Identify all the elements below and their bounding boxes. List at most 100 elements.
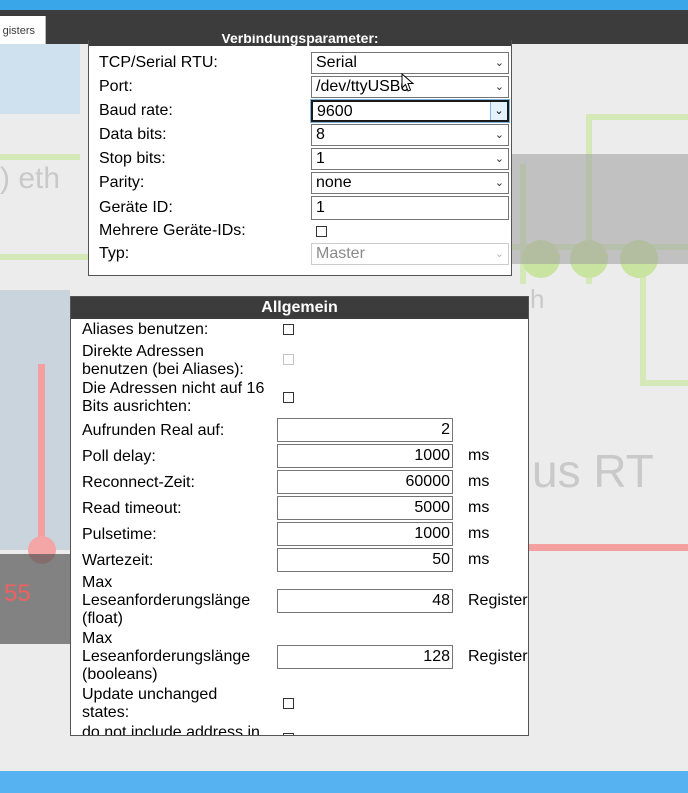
label-direct-addresses-line1: Direkte Adressen xyxy=(82,343,204,360)
general-settings-header: Allgemein xyxy=(71,297,528,319)
label-direct-addresses-line2: benutzen (bei Aliases): xyxy=(82,361,244,378)
bg-label-ethernet: ) eth xyxy=(0,162,61,195)
gateway-image xyxy=(512,154,688,264)
row-stop-bits: Stop bits: xyxy=(99,148,166,170)
label-max-read-float-line2: Leseanforderungslänge xyxy=(82,592,251,609)
chevron-down-icon: ⌄ xyxy=(494,248,504,260)
chevron-down-icon: ⌄ xyxy=(490,102,507,120)
tab-registers[interactable]: gisters xyxy=(0,16,46,46)
label-data-bits: Data bits: xyxy=(99,126,167,143)
unit-max-read-float: Register xyxy=(468,592,528,609)
select-baud-rate[interactable]: 9600 ⌄ xyxy=(311,100,509,122)
chevron-down-icon: ⌄ xyxy=(494,81,504,93)
input-read-timeout[interactable]: 5000 xyxy=(277,496,453,520)
checkbox-no-address[interactable] xyxy=(283,733,294,735)
select-stop-bits[interactable]: 1 ⌄ xyxy=(311,148,509,170)
label-baud-rate: Baud rate: xyxy=(99,102,173,119)
label-max-read-booleans-line2: Leseanforderungslänge xyxy=(82,648,251,665)
label-update-unchanged: Update unchanged states: xyxy=(82,686,272,722)
label-update-unchanged-line2: states: xyxy=(82,704,130,721)
label-aliases: Aliases benutzen: xyxy=(82,321,209,338)
select-parity[interactable]: none ⌄ xyxy=(311,172,509,194)
bg-label-h: h xyxy=(530,284,545,314)
select-port-value: /dev/ttyUSB0 xyxy=(316,78,410,95)
input-max-read-booleans[interactable]: 128 xyxy=(277,645,453,669)
unit-read-timeout: ms xyxy=(468,499,490,516)
label-round-real: Aufrunden Real auf: xyxy=(82,422,225,439)
row-port: Port: xyxy=(99,76,133,98)
checkbox-direct-addresses xyxy=(283,354,294,365)
label-device-id: Geräte ID: xyxy=(99,199,173,216)
select-data-bits[interactable]: 8 ⌄ xyxy=(311,124,509,146)
input-wait-time[interactable]: 50 xyxy=(277,548,453,572)
select-parity-value: none xyxy=(316,174,352,191)
chevron-down-icon: ⌄ xyxy=(494,153,504,165)
row-data-bits: Data bits: xyxy=(99,124,167,146)
label-wait-time: Wartezeit: xyxy=(82,552,154,569)
row-device-id: Geräte ID: xyxy=(99,197,173,219)
unit-max-read-booleans: Register xyxy=(468,648,528,665)
input-max-read-booleans-value: 128 xyxy=(423,648,450,665)
input-round-real[interactable]: 2 xyxy=(277,418,453,442)
label-max-read-booleans-line1: Max xyxy=(82,630,113,647)
input-read-timeout-value: 5000 xyxy=(414,499,450,516)
connection-parameters-header: Verbindungsparameter: xyxy=(89,34,511,46)
row-multiple-ids: Mehrere Geräte-IDs: xyxy=(99,220,246,242)
label-type: Typ: xyxy=(99,245,130,262)
unit-wait-time: ms xyxy=(468,551,490,568)
checkbox-aliases[interactable] xyxy=(283,324,294,335)
connection-parameters-panel: Verbindungsparameter: TCP/Serial RTU: Se… xyxy=(88,34,512,276)
label-port: Port: xyxy=(99,78,133,95)
checkbox-align-addresses[interactable] xyxy=(283,392,294,403)
input-device-id-value: 1 xyxy=(316,199,325,216)
row-baud-rate: Baud rate: xyxy=(99,100,173,122)
label-max-read-float-line1: Max xyxy=(82,574,113,591)
select-type-value: Master xyxy=(316,245,365,262)
label-update-unchanged-line1: Update unchanged xyxy=(82,686,218,703)
input-poll-delay-value: 1000 xyxy=(414,447,450,464)
select-stop-bits-value: 1 xyxy=(316,150,325,167)
label-reconnect-time: Reconnect-Zeit: xyxy=(82,474,195,491)
label-multiple-ids: Mehrere Geräte-IDs: xyxy=(99,222,246,239)
row-tcp-serial: TCP/Serial RTU: xyxy=(99,52,218,74)
general-settings-title: Allgemein xyxy=(261,299,338,316)
select-type: Master ⌄ xyxy=(311,243,509,265)
select-data-bits-value: 8 xyxy=(316,126,325,143)
label-parity: Parity: xyxy=(99,174,145,191)
label-align-addresses-line2: Bits ausrichten: xyxy=(82,398,192,415)
input-reconnect-time[interactable]: 60000 xyxy=(277,470,453,494)
checkbox-multiple-ids[interactable] xyxy=(316,226,327,237)
input-max-read-float[interactable]: 48 xyxy=(277,589,453,613)
label-max-read-float: Max Leseanforderungslänge (float) xyxy=(82,574,272,628)
unit-reconnect-time: ms xyxy=(468,473,490,490)
input-round-real-value: 2 xyxy=(441,421,450,438)
input-max-read-float-value: 48 xyxy=(432,592,450,609)
chevron-down-icon: ⌄ xyxy=(494,177,504,189)
row-type: Typ: xyxy=(99,243,129,265)
chevron-down-icon: ⌄ xyxy=(494,129,504,141)
top-accent-bar xyxy=(0,0,688,10)
input-wait-time-value: 50 xyxy=(432,551,450,568)
select-tcp-serial-value: Serial xyxy=(316,54,357,71)
general-settings-panel: Allgemein Aliases benutzen: Direkte Adre… xyxy=(70,296,529,736)
input-reconnect-time-value: 60000 xyxy=(405,473,451,490)
input-poll-delay[interactable]: 1000 xyxy=(277,444,453,468)
monitor-image xyxy=(0,44,80,114)
row-parity: Parity: xyxy=(99,172,144,194)
label-poll-delay: Poll delay: xyxy=(82,448,156,465)
mouse-cursor-icon xyxy=(401,73,415,92)
select-tcp-serial[interactable]: Serial ⌄ xyxy=(311,52,509,74)
unit-poll-delay: ms xyxy=(468,447,490,464)
label-align-addresses: Die Adressen nicht auf 16 Bits ausrichte… xyxy=(82,380,272,416)
label-max-read-booleans-line3: (booleans) xyxy=(82,666,158,683)
label-max-read-booleans: Max Leseanforderungslänge (booleans) xyxy=(82,630,272,684)
connection-parameters-title: Verbindungsparameter: xyxy=(221,34,379,46)
label-max-read-float-line3: (float) xyxy=(82,610,123,627)
input-pulsetime[interactable]: 1000 xyxy=(277,522,453,546)
plc-image xyxy=(0,290,70,550)
bg-label-display: 55 xyxy=(4,580,31,607)
checkbox-update-unchanged[interactable] xyxy=(283,698,294,709)
select-baud-rate-value: 9600 xyxy=(317,103,353,120)
label-no-address: do not include address in xyxy=(82,724,260,736)
input-device-id[interactable]: 1 xyxy=(311,196,509,220)
